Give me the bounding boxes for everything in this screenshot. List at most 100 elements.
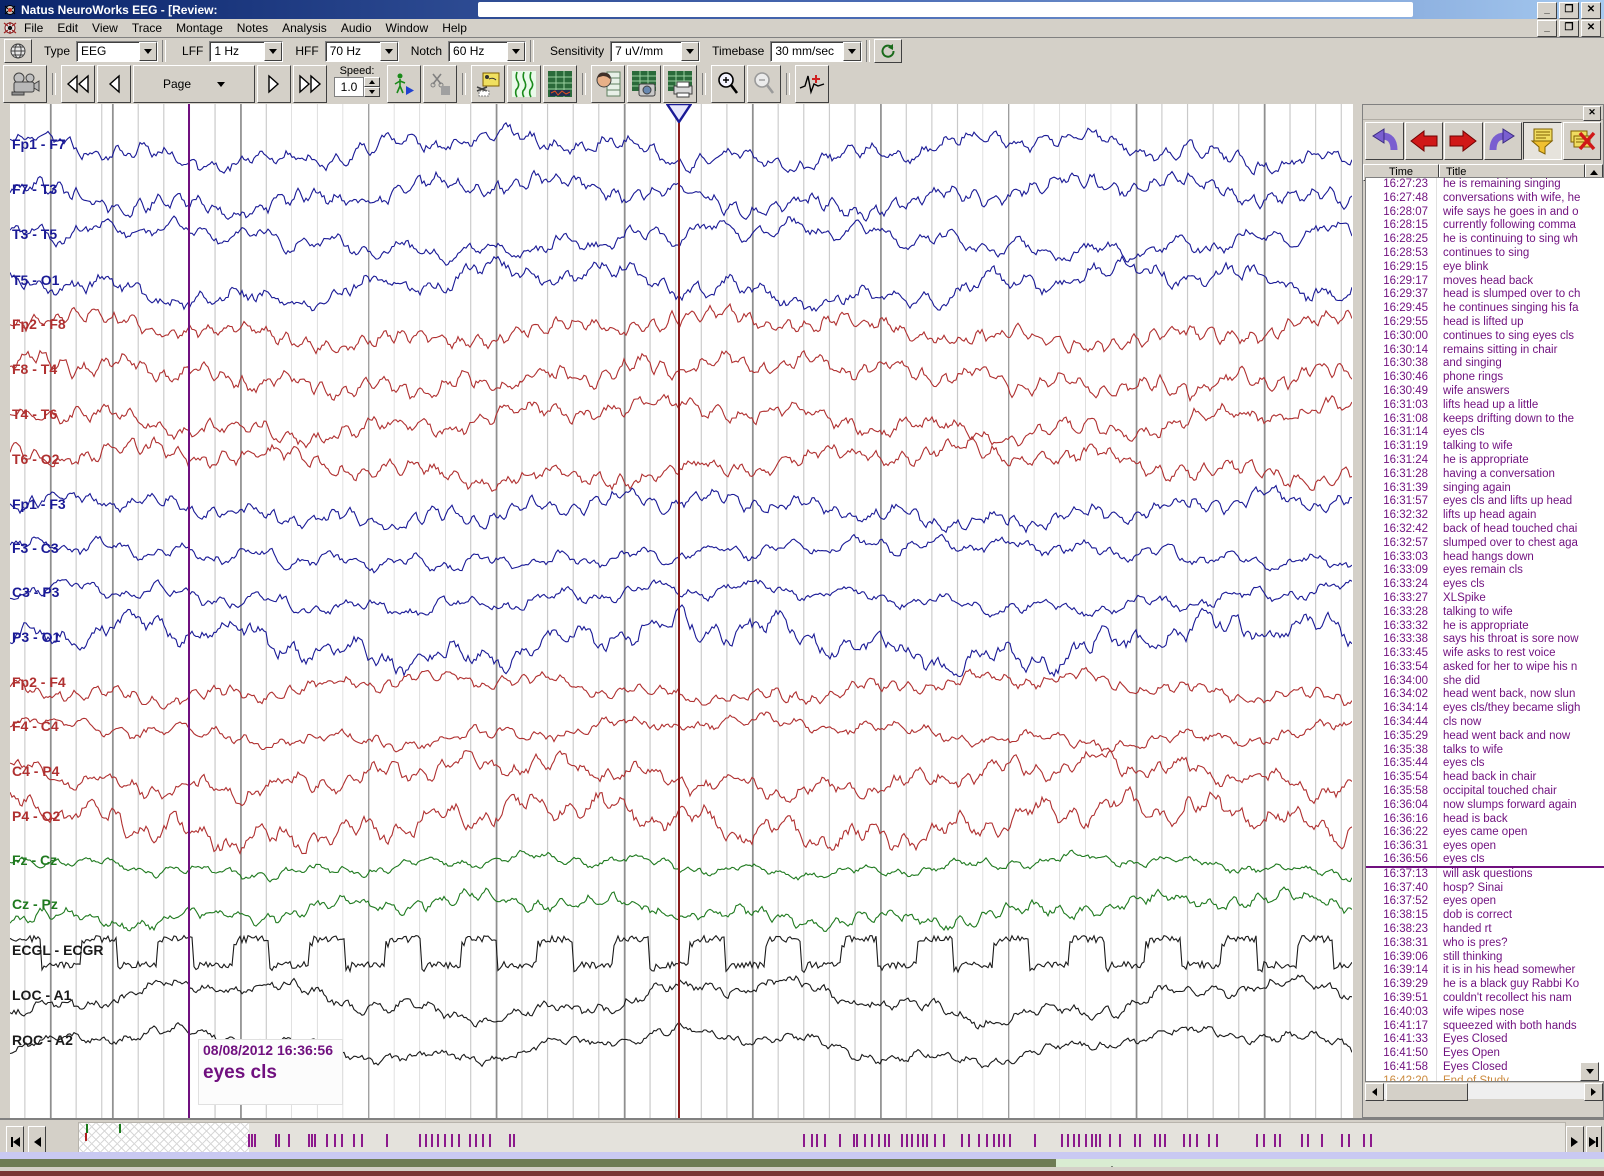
montage-button[interactable] xyxy=(543,65,577,103)
chevron-down-icon[interactable] xyxy=(681,42,699,61)
event-row[interactable]: 16:35:54head back in chair xyxy=(1366,771,1604,785)
event-row[interactable]: 16:31:39singing again xyxy=(1366,482,1604,496)
stop-button[interactable] xyxy=(423,65,457,103)
menu-notes[interactable]: Notes xyxy=(230,20,275,36)
event-row[interactable]: 16:30:14remains sitting in chair xyxy=(1366,344,1604,358)
event-row[interactable]: 16:38:23handed rt xyxy=(1366,923,1604,937)
event-row[interactable]: 16:33:28talking to wife xyxy=(1366,606,1604,620)
event-row[interactable]: 16:29:45he continues singing his fa xyxy=(1366,302,1604,316)
channel-label-ROC-A2[interactable]: ROC - A2 xyxy=(12,1032,73,1048)
child-close-button[interactable]: ✕ xyxy=(1581,20,1601,37)
next-event-button[interactable] xyxy=(1444,122,1483,160)
zoom-out-button[interactable] xyxy=(747,65,781,103)
step-forward-button[interactable] xyxy=(257,65,291,103)
channel-label-C4-P4[interactable]: C4 - P4 xyxy=(12,763,59,779)
menu-window[interactable]: Window xyxy=(379,20,436,36)
channel-label-T3-T5[interactable]: T3 - T5 xyxy=(12,226,57,242)
speed-down-button[interactable] xyxy=(364,87,380,97)
channel-label-F8-T4[interactable]: F8 - T4 xyxy=(12,361,57,377)
minimize-button[interactable]: _ xyxy=(1537,2,1557,19)
channel-label-LOC-A1[interactable]: LOC - A1 xyxy=(12,987,71,1003)
channel-label-T4-T6[interactable]: T4 - T6 xyxy=(12,406,57,422)
event-row[interactable]: 16:32:42back of head touched chai xyxy=(1366,523,1604,537)
notch-combobox[interactable]: 60 Hz xyxy=(448,41,526,62)
clip-event-button[interactable] xyxy=(471,65,505,103)
event-row[interactable]: 16:27:23he is remaining singing xyxy=(1366,178,1604,192)
panel-close-button[interactable]: ✕ xyxy=(1583,106,1601,121)
event-row[interactable]: 16:30:46phone rings xyxy=(1366,371,1604,385)
event-row[interactable]: 16:29:55head is lifted up xyxy=(1366,316,1604,330)
channel-label-Cz-Pz[interactable]: Cz - Pz xyxy=(12,896,58,912)
channel-label-T6-O2[interactable]: T6 - O2 xyxy=(12,451,59,467)
channel-label-Fp2-F4[interactable]: Fp2 - F4 xyxy=(12,674,66,690)
spike-detect-button[interactable] xyxy=(795,65,829,103)
event-row[interactable]: 16:33:54asked for her to wipe his n xyxy=(1366,661,1604,675)
scroll-right-button[interactable] xyxy=(1584,1083,1603,1101)
event-row[interactable]: 16:42:20End of Study xyxy=(1366,1075,1604,1082)
event-row[interactable]: 16:33:09eyes remain cls xyxy=(1366,564,1604,578)
event-row[interactable]: 16:36:04now slumps forward again xyxy=(1366,799,1604,813)
eeg-trace-area[interactable]: Fp1 - F7F7 - T3T3 - T5T5 - O1Fp2 - F8F8 … xyxy=(10,104,1352,1118)
chevron-down-icon[interactable] xyxy=(843,42,861,61)
filter-events-button[interactable] xyxy=(1523,122,1562,160)
event-row[interactable]: 16:34:00she did xyxy=(1366,675,1604,689)
event-row[interactable]: 16:38:15dob is correct xyxy=(1366,909,1604,923)
channel-label-F4-C4[interactable]: F4 - C4 xyxy=(12,718,59,734)
menu-file[interactable]: File xyxy=(17,20,50,36)
step-back-button[interactable] xyxy=(97,65,131,103)
print-button[interactable] xyxy=(663,65,697,103)
event-row[interactable]: 16:33:27XLSpike xyxy=(1366,592,1604,606)
event-row[interactable]: 16:35:29head went back and now xyxy=(1366,730,1604,744)
zoom-in-button[interactable] xyxy=(711,65,745,103)
snapshot-button[interactable] xyxy=(627,65,661,103)
event-row[interactable]: 16:39:14it is in his head somewher xyxy=(1366,964,1604,978)
lff-combobox[interactable]: 1 Hz xyxy=(209,41,283,62)
channel-label-P4-O2[interactable]: P4 - O2 xyxy=(12,808,60,824)
channel-label-Fp1-F3[interactable]: Fp1 - F3 xyxy=(12,496,66,512)
panel-grip[interactable]: ✕ xyxy=(1363,105,1603,120)
event-row[interactable]: 16:34:14eyes cls/they became sligh xyxy=(1366,702,1604,716)
menu-edit[interactable]: Edit xyxy=(50,20,85,36)
channel-label-Fp1-F7[interactable]: Fp1 - F7 xyxy=(12,136,66,152)
play-button[interactable] xyxy=(387,65,421,103)
event-row[interactable]: 16:37:52eyes open xyxy=(1366,895,1604,909)
event-list-hscrollbar[interactable] xyxy=(1365,1083,1603,1099)
menu-montage[interactable]: Montage xyxy=(169,20,230,36)
chevron-down-icon[interactable] xyxy=(507,42,525,61)
event-row[interactable]: 16:29:15eye blink xyxy=(1366,261,1604,275)
menu-help[interactable]: Help xyxy=(435,20,474,36)
channel-label-P3-O1[interactable]: P3 - O1 xyxy=(12,629,60,645)
event-row[interactable]: 16:34:02head went back, now slun xyxy=(1366,688,1604,702)
event-row[interactable]: 16:39:51couldn't recollect his nam xyxy=(1366,992,1604,1006)
hscroll-thumb[interactable] xyxy=(1386,1083,1468,1101)
patient-info-button[interactable] xyxy=(591,65,625,103)
speed-up-button[interactable] xyxy=(364,77,380,87)
channel-label-C3-P3[interactable]: C3 - P3 xyxy=(12,584,59,600)
event-row[interactable]: 16:32:32lifts up head again xyxy=(1366,509,1604,523)
speed-input[interactable]: 1.0 xyxy=(334,77,364,97)
event-row[interactable]: 16:41:17squeezed with both hands xyxy=(1366,1020,1604,1034)
sensitivity-combobox[interactable]: 7 uV/mm xyxy=(610,41,700,62)
menu-analysis[interactable]: Analysis xyxy=(275,20,334,36)
channel-label-Fz-Cz[interactable]: Fz - Cz xyxy=(12,852,57,868)
event-row[interactable]: 16:31:28having a conversation xyxy=(1366,468,1604,482)
event-row[interactable]: 16:41:50Eyes Open xyxy=(1366,1047,1604,1061)
event-row[interactable]: 16:28:25he is continuing to sing wh xyxy=(1366,233,1604,247)
page-mode-combobox[interactable]: Page xyxy=(133,65,255,103)
event-row[interactable]: 16:28:15currently following comma xyxy=(1366,219,1604,233)
goto-prev-selected-button[interactable] xyxy=(1365,122,1404,160)
video-button[interactable] xyxy=(3,65,47,103)
event-row[interactable]: 16:33:03head hangs down xyxy=(1366,551,1604,565)
event-row[interactable]: 16:36:31eyes open xyxy=(1366,840,1604,854)
scroll-down-button[interactable] xyxy=(1580,1062,1599,1081)
event-row[interactable]: 16:36:56eyes cls xyxy=(1366,854,1604,868)
event-row[interactable]: 16:32:57slumped over to chest aga xyxy=(1366,537,1604,551)
chevron-down-icon[interactable] xyxy=(264,42,282,61)
traces-view-button[interactable] xyxy=(507,65,541,103)
event-row[interactable]: 16:35:58occipital touched chair xyxy=(1366,785,1604,799)
event-row[interactable]: 16:39:06still thinking xyxy=(1366,951,1604,965)
prev-event-button[interactable] xyxy=(1405,122,1444,160)
event-row[interactable]: 16:36:16head is back xyxy=(1366,813,1604,827)
child-restore-button[interactable]: ❐ xyxy=(1559,20,1579,37)
event-row[interactable]: 16:41:33Eyes Closed xyxy=(1366,1033,1604,1047)
